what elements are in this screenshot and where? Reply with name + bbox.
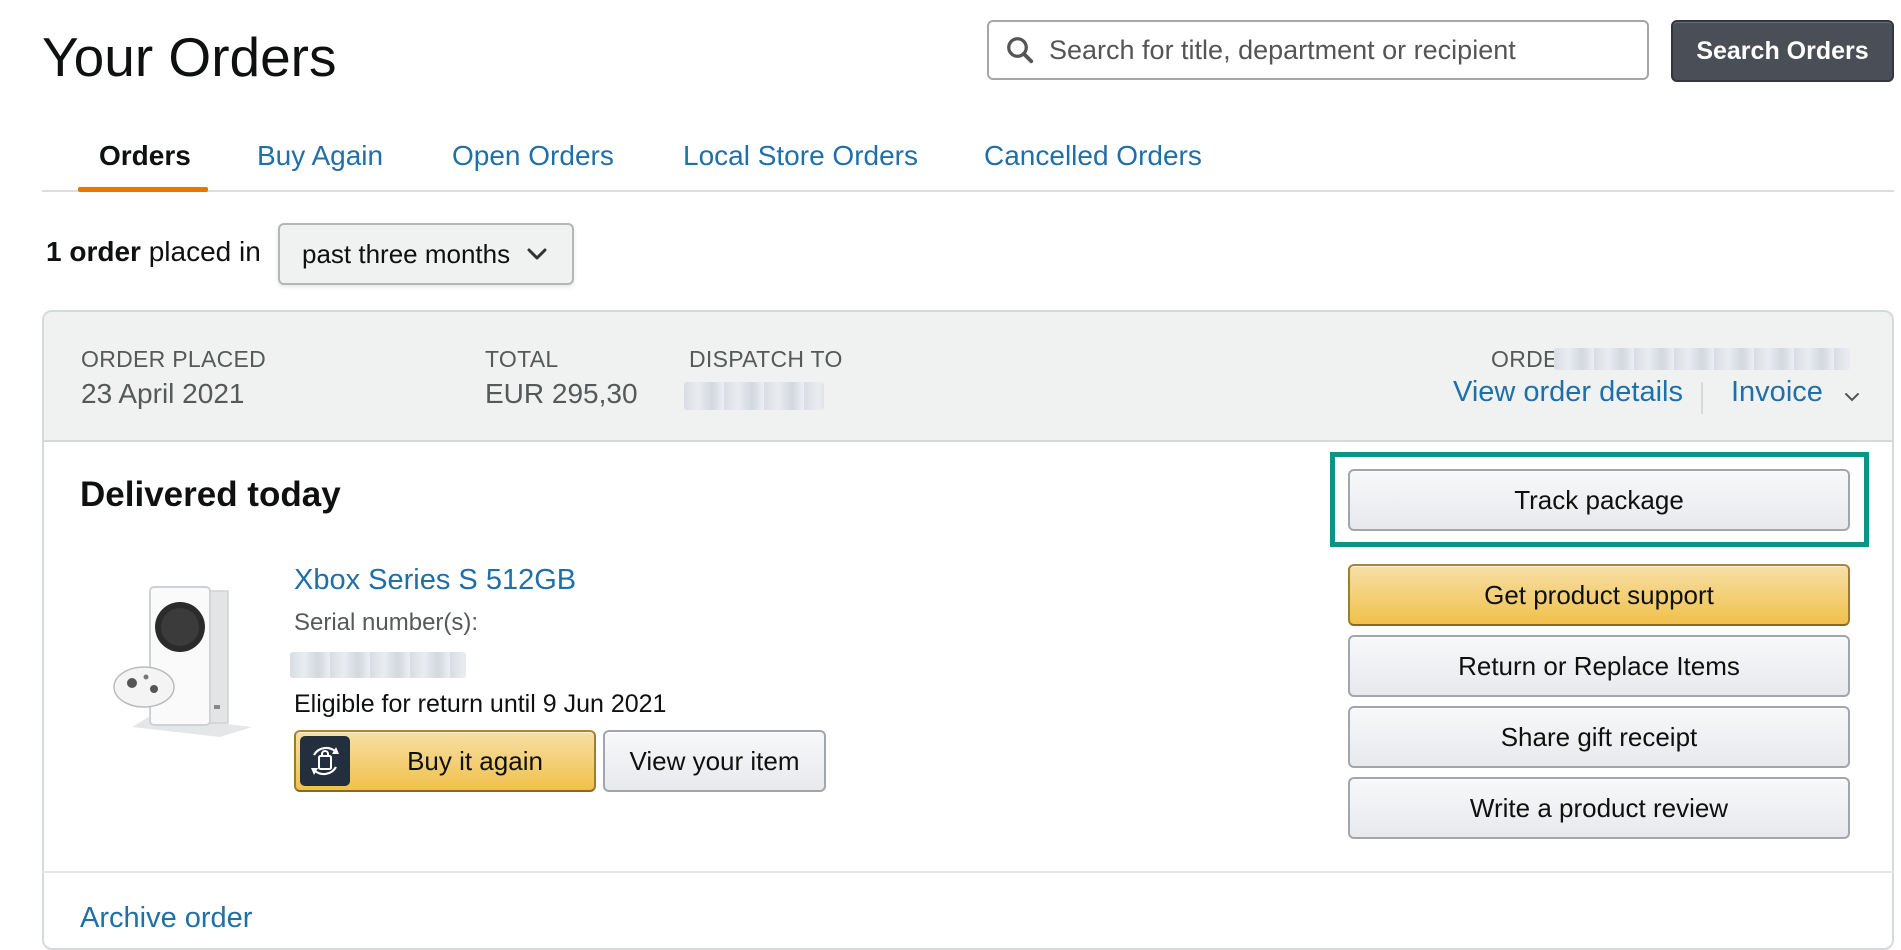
page-title: Your Orders xyxy=(42,26,337,88)
return-or-replace-button[interactable]: Return or Replace Items xyxy=(1348,635,1850,697)
total-value: EUR 295,30 xyxy=(485,378,638,409)
serial-number-redacted xyxy=(290,652,466,678)
track-package-button[interactable]: Track package xyxy=(1348,469,1850,531)
product-image[interactable] xyxy=(112,577,262,737)
tab-open-orders[interactable]: Open Orders xyxy=(452,140,614,172)
period-dropdown[interactable]: past three months xyxy=(278,223,574,285)
archive-order-link[interactable]: Archive order xyxy=(80,902,252,935)
serial-number-label: Serial number(s): xyxy=(294,609,479,636)
buy-it-again-button[interactable]: Buy it again xyxy=(294,730,596,792)
product-title-link[interactable]: Xbox Series S 512GB xyxy=(294,564,576,597)
share-gift-receipt-button[interactable]: Share gift receipt xyxy=(1348,706,1850,768)
dispatch-to-redacted xyxy=(684,382,824,410)
tab-cancelled-orders[interactable]: Cancelled Orders xyxy=(984,140,1202,172)
card-divider xyxy=(42,871,1894,873)
period-dropdown-value: past three months xyxy=(302,238,511,269)
search-icon xyxy=(1007,37,1034,64)
tab-orders[interactable]: Orders xyxy=(99,140,191,172)
search-orders-button[interactable]: Search Orders xyxy=(1671,20,1894,82)
buy-again-icon xyxy=(300,736,350,786)
dispatch-to-label: DISPATCH TO xyxy=(689,346,843,372)
get-product-support-button[interactable]: Get product support xyxy=(1348,564,1850,626)
order-count-strong: 1 order xyxy=(46,236,141,267)
chevron-down-icon xyxy=(527,248,547,260)
order-placed-value: 23 April 2021 xyxy=(81,378,245,409)
view-order-details-link[interactable]: View order details xyxy=(1453,376,1683,409)
invoice-link[interactable]: Invoice xyxy=(1731,376,1823,409)
header-separator xyxy=(1701,382,1703,414)
write-review-button[interactable]: Write a product review xyxy=(1348,777,1850,839)
orders-page: Your Orders Search Orders Orders Buy Aga… xyxy=(0,0,1901,950)
search-input[interactable] xyxy=(1047,33,1631,67)
view-your-item-button[interactable]: View your item xyxy=(603,730,826,792)
active-tab-underline xyxy=(78,187,208,192)
search-box[interactable] xyxy=(987,20,1649,80)
order-number-redacted xyxy=(1554,348,1850,370)
order-tabs: Orders Buy Again Open Orders Local Store… xyxy=(42,130,1894,192)
order-placed-label: ORDER PLACED xyxy=(81,346,267,372)
delivery-status: Delivered today xyxy=(80,475,341,514)
total-label: TOTAL xyxy=(485,346,559,372)
order-count-text: placed in xyxy=(148,236,261,267)
buy-it-again-label: Buy it again xyxy=(407,745,543,776)
tab-buy-again[interactable]: Buy Again xyxy=(257,140,383,172)
order-number-label: ORDER # xyxy=(1491,346,1561,372)
tab-local-store-orders[interactable]: Local Store Orders xyxy=(683,140,918,172)
order-card-header: ORDER PLACED 23 April 2021 TOTAL EUR 295… xyxy=(44,312,1892,442)
return-eligibility: Eligible for return until 9 Jun 2021 xyxy=(294,690,667,718)
chevron-down-icon[interactable] xyxy=(1844,392,1860,402)
order-count: 1 order placed in xyxy=(46,236,261,268)
